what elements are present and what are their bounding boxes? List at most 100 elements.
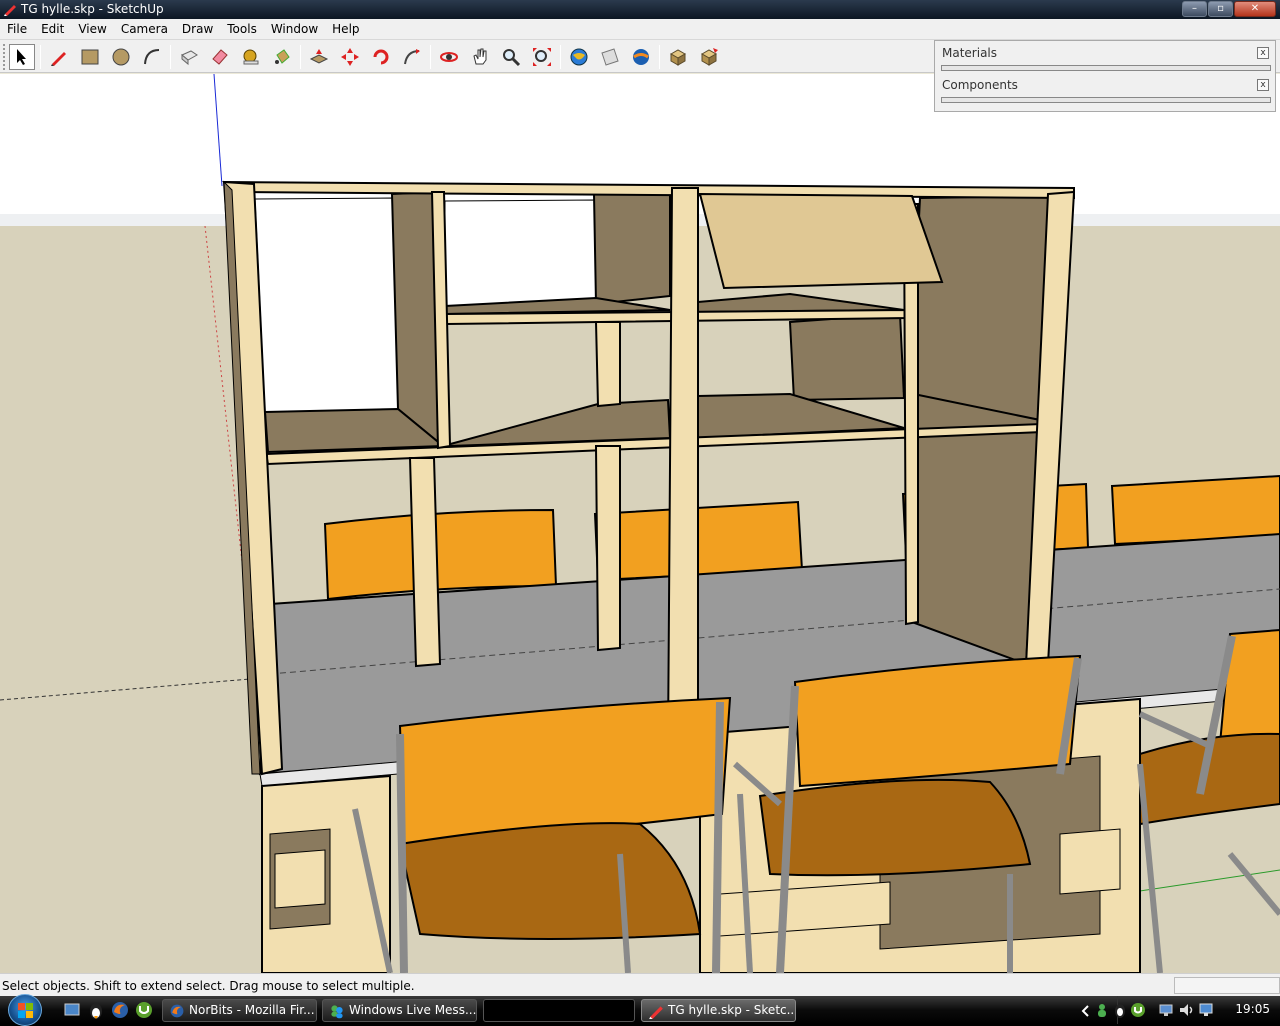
tray-expand-chevron-icon[interactable]	[1080, 1003, 1090, 1019]
3d-scene[interactable]	[0, 74, 1280, 973]
toolbar-separator	[560, 45, 561, 69]
start-button[interactable]	[8, 994, 42, 1026]
zoom-extents-tool-button[interactable]	[529, 44, 555, 70]
taskbar-item-label: Windows Live Mess...	[349, 1003, 477, 1017]
taskbar-item-label: TG hylle.skp - Sketc...	[668, 1003, 796, 1017]
toolbar-grip[interactable]	[3, 44, 7, 70]
components-close-icon[interactable]: x	[1257, 79, 1269, 91]
paint-bucket-tool-button[interactable]	[269, 44, 295, 70]
select-tool-button[interactable]	[9, 44, 35, 70]
windows-taskbar: NorBits - Mozilla Fir... Windows Live Me…	[0, 994, 1280, 1026]
toolbar-separator	[659, 45, 660, 69]
materials-panel[interactable]: Materials x	[937, 43, 1273, 71]
components-panel-body	[941, 97, 1271, 103]
google-earth-icon	[633, 49, 649, 65]
taskbar-item-blank[interactable]	[483, 999, 635, 1022]
messenger-icon	[331, 1005, 343, 1019]
firefox-icon	[170, 1004, 184, 1018]
circle-icon	[112, 48, 130, 66]
menu-file[interactable]: File	[0, 19, 34, 40]
menu-tools[interactable]: Tools	[220, 19, 264, 40]
measurements-box[interactable]	[1174, 977, 1280, 994]
taskbar-item-sketchup[interactable]: TG hylle.skp - Sketc...	[641, 999, 796, 1022]
zoom-extents-icon	[533, 48, 551, 66]
menu-edit[interactable]: Edit	[34, 19, 71, 40]
zoom-tool-button[interactable]	[498, 44, 524, 70]
select-arrow-icon	[17, 49, 26, 65]
toolbar-separator	[430, 45, 431, 69]
materials-panel-body	[941, 65, 1271, 71]
google-globe-icon	[570, 48, 588, 66]
push-pull-tool-button[interactable]	[306, 44, 332, 70]
clock[interactable]: 19:05	[1235, 1002, 1270, 1016]
rectangle-tool-button[interactable]	[77, 44, 103, 70]
materials-close-icon[interactable]: x	[1257, 47, 1269, 59]
show-desktop-icon[interactable]	[62, 1000, 82, 1020]
display-icon[interactable]	[1198, 1002, 1214, 1018]
utorrent-icon[interactable]	[134, 1000, 154, 1020]
get-components-button[interactable]	[665, 44, 691, 70]
toolbar-separator	[170, 45, 171, 69]
maximize-button[interactable]: ▫	[1208, 1, 1233, 17]
toolbar-separator	[300, 45, 301, 69]
rotate-icon	[373, 49, 389, 65]
window-title: TG hylle.skp - SketchUp	[21, 2, 164, 16]
paint-bucket-icon	[275, 49, 290, 64]
push-pull-icon	[309, 49, 329, 64]
components-panel-title[interactable]: Components	[942, 78, 1018, 92]
sketchup-app-icon	[4, 5, 16, 16]
dialog-tray: Materials x Components x	[934, 40, 1276, 112]
rotate-tool-button[interactable]	[368, 44, 394, 70]
pencil-icon	[51, 52, 66, 66]
follow-me-tool-button[interactable]	[399, 44, 425, 70]
share-component-button[interactable]	[696, 44, 722, 70]
arc-tool-button[interactable]	[139, 44, 165, 70]
materials-panel-title[interactable]: Materials	[942, 46, 997, 60]
modeling-viewport[interactable]	[0, 74, 1280, 973]
make-component-button[interactable]	[176, 44, 202, 70]
components-panel[interactable]: Components x	[937, 75, 1273, 103]
sketchup-window: TG hylle.skp - SketchUp – ▫ ✕ File Edit …	[0, 0, 1280, 1026]
circle-tool-button[interactable]	[108, 44, 134, 70]
sketchup-icon	[649, 1006, 663, 1019]
move-tool-button[interactable]	[337, 44, 363, 70]
windows-logo-icon	[18, 1003, 33, 1018]
follow-me-icon	[404, 49, 420, 65]
photo-texture-button[interactable]	[597, 44, 623, 70]
pan-tool-button[interactable]	[467, 44, 493, 70]
photo-texture-icon	[601, 48, 619, 66]
pan-hand-icon	[473, 48, 487, 65]
network-icon[interactable]	[1158, 1002, 1174, 1018]
window-controls: – ▫ ✕	[1182, 1, 1276, 17]
system-tray: 19:05	[1081, 996, 1280, 1024]
messenger-tray-icon[interactable]	[1094, 1002, 1110, 1018]
get-models-button[interactable]	[566, 44, 592, 70]
menu-help[interactable]: Help	[325, 19, 366, 40]
share-component-icon	[700, 48, 718, 66]
menu-draw[interactable]: Draw	[175, 19, 220, 40]
status-bar: Select objects. Shift to extend select. …	[0, 973, 1280, 996]
tape-measure-tool-button[interactable]	[238, 44, 264, 70]
taskbar-item-firefox[interactable]: NorBits - Mozilla Fir...	[162, 999, 317, 1022]
volume-icon[interactable]	[1178, 1002, 1194, 1018]
rectangle-icon	[81, 49, 99, 65]
pencil-tool-button[interactable]	[46, 44, 72, 70]
menu-view[interactable]: View	[71, 19, 113, 40]
penguin-icon[interactable]	[86, 1000, 106, 1020]
orbit-tool-button[interactable]	[436, 44, 462, 70]
title-bar: TG hylle.skp - SketchUp – ▫ ✕	[0, 0, 1280, 19]
minimize-button[interactable]: –	[1182, 1, 1207, 17]
eraser-tool-button[interactable]	[207, 44, 233, 70]
close-button[interactable]: ✕	[1234, 1, 1276, 17]
menu-camera[interactable]: Camera	[114, 19, 175, 40]
firefox-quicklaunch-icon[interactable]	[110, 1000, 130, 1020]
component-box-icon	[669, 49, 687, 66]
utorrent-tray-icon[interactable]	[1130, 1002, 1146, 1018]
penguin-tray-icon[interactable]	[1112, 1002, 1128, 1018]
google-earth-button[interactable]	[628, 44, 654, 70]
orbit-icon	[440, 52, 458, 62]
menu-window[interactable]: Window	[264, 19, 325, 40]
taskbar-item-messenger[interactable]: Windows Live Mess...	[322, 999, 477, 1022]
move-icon	[341, 48, 359, 66]
arc-icon	[144, 49, 160, 65]
